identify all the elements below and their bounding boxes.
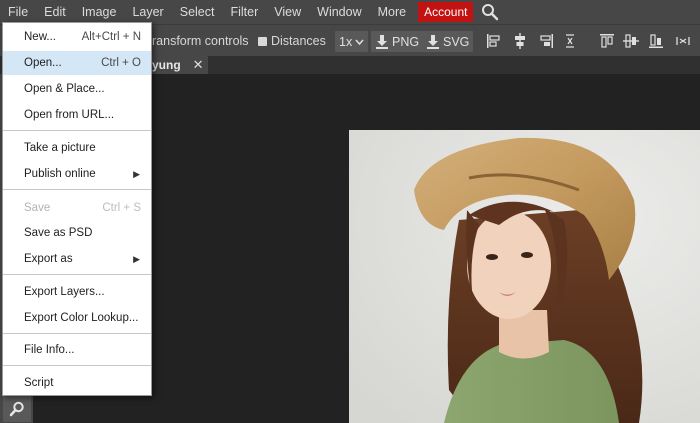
file-menu-dropdown: New... Alt+Ctrl + N Open... Ctrl + O Ope… — [2, 22, 152, 396]
svg-label: SVG — [443, 34, 470, 49]
menu-layer[interactable]: Layer — [124, 0, 171, 24]
search-icon[interactable] — [479, 1, 501, 23]
menu-item-open[interactable]: Open... Ctrl + O — [3, 51, 151, 75]
menu-item-export-as[interactable]: Export as ▶ — [3, 247, 151, 271]
menu-item-label: Export Layers... — [24, 286, 105, 298]
png-label: PNG — [392, 34, 420, 49]
shortcut-label: Ctrl + S — [102, 202, 141, 214]
menu-separator — [3, 365, 151, 366]
menu-window[interactable]: Window — [309, 0, 369, 24]
zoom-value: 1x — [339, 34, 353, 49]
portrait-photo — [349, 130, 700, 423]
transform-controls-label[interactable]: ransform controls — [152, 34, 249, 48]
menu-item-export-color-lookup[interactable]: Export Color Lookup... — [3, 306, 151, 330]
menu-item-label: Open... — [24, 57, 62, 69]
menu-separator — [3, 130, 151, 131]
align-middle-v-icon[interactable] — [623, 33, 639, 49]
align-top-icon[interactable] — [599, 33, 615, 49]
menu-item-label: Save — [24, 202, 51, 214]
align-left-icon[interactable] — [486, 33, 502, 49]
distribute-vertical-icon[interactable] — [562, 33, 578, 49]
menu-item-open-url[interactable]: Open from URL... — [3, 103, 151, 127]
menu-item-script[interactable]: Script — [3, 371, 151, 395]
tab-name: yung — [152, 58, 181, 72]
submenu-arrow-icon: ▶ — [133, 168, 140, 179]
menu-item-label: Publish online — [24, 168, 96, 180]
shortcut-label: Ctrl + O — [101, 57, 141, 69]
export-png-button[interactable]: PNG — [371, 31, 424, 52]
download-icon — [427, 35, 439, 49]
align-center-h-icon[interactable] — [512, 33, 528, 49]
download-icon — [376, 35, 388, 49]
menu-item-new[interactable]: New... Alt+Ctrl + N — [3, 25, 151, 49]
menu-more[interactable]: More — [370, 0, 414, 24]
export-svg-button[interactable]: SVG — [422, 31, 474, 52]
submenu-arrow-icon: ▶ — [133, 253, 140, 264]
menu-item-label: Save as PSD — [24, 227, 93, 239]
menu-separator — [3, 189, 151, 190]
menu-edit[interactable]: Edit — [36, 0, 74, 24]
distances-checkbox[interactable] — [258, 37, 267, 46]
menu-item-label: Export as — [24, 253, 73, 265]
menu-separator — [3, 333, 151, 334]
chevron-down-icon — [355, 39, 364, 45]
menu-file[interactable]: File — [0, 0, 37, 24]
menu-item-label: Open & Place... — [24, 83, 105, 95]
menu-item-take-picture[interactable]: Take a picture — [3, 136, 151, 160]
shortcut-label: Alt+Ctrl + N — [81, 31, 141, 43]
menu-separator — [3, 274, 151, 275]
menu-item-label: Open from URL... — [24, 109, 115, 121]
menu-item-label: Export Color Lookup... — [24, 312, 139, 324]
magnifier-icon — [9, 401, 24, 417]
menu-item-save: Save Ctrl + S — [3, 196, 151, 220]
menu-item-save-psd[interactable]: Save as PSD — [3, 221, 151, 245]
menu-item-label: Script — [24, 377, 54, 389]
menu-item-publish-online[interactable]: Publish online ▶ — [3, 162, 151, 186]
menu-item-file-info[interactable]: File Info... — [3, 338, 151, 362]
distances-label[interactable]: Distances — [271, 34, 326, 48]
menu-image[interactable]: Image — [74, 0, 125, 24]
menu-filter[interactable]: Filter — [222, 0, 266, 24]
align-bottom-icon[interactable] — [648, 33, 664, 49]
canvas-image[interactable] — [349, 130, 700, 423]
zoom-tool-button[interactable] — [3, 396, 31, 422]
menu-item-label: File Info... — [24, 344, 75, 356]
menu-bar: File Edit Image Layer Select Filter View… — [0, 0, 700, 24]
menu-item-label: Take a picture — [24, 142, 96, 154]
document-tab[interactable]: yung ✕ — [150, 56, 208, 74]
menu-item-label: New... — [24, 31, 56, 43]
menu-item-open-place[interactable]: Open & Place... — [3, 77, 151, 101]
close-icon[interactable]: ✕ — [193, 57, 204, 73]
zoom-select[interactable]: 1x — [335, 31, 369, 52]
menu-select[interactable]: Select — [172, 0, 223, 24]
account-button[interactable]: Account — [418, 2, 474, 22]
menu-view[interactable]: View — [266, 0, 309, 24]
align-right-icon[interactable] — [538, 33, 554, 49]
menu-item-export-layers[interactable]: Export Layers... — [3, 280, 151, 304]
distribute-horizontal-icon[interactable] — [675, 33, 691, 49]
